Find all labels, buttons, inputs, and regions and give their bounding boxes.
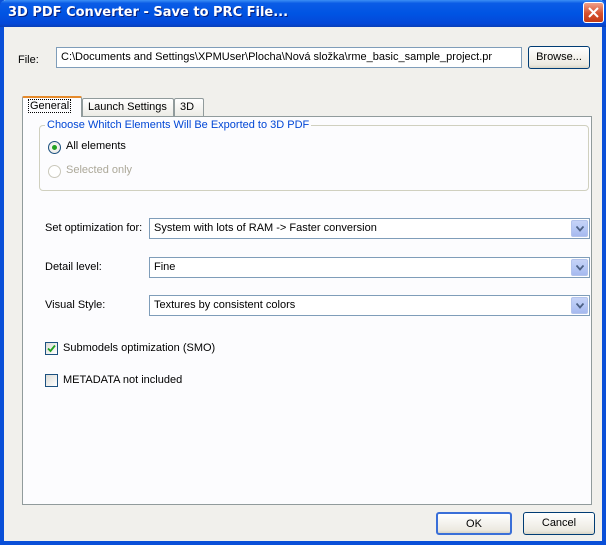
detail-level-select[interactable]: Fine <box>149 257 590 278</box>
dropdown-button[interactable] <box>571 259 588 276</box>
visual-style-select[interactable]: Textures by consistent colors <box>149 295 590 316</box>
file-label: File: <box>18 54 39 66</box>
chevron-down-icon <box>576 265 584 271</box>
tab-label: 3D <box>180 101 195 113</box>
tab-label: Launch Settings <box>88 101 167 113</box>
checkmark-icon <box>47 344 56 353</box>
tab-general[interactable]: General <box>22 96 82 117</box>
detail-level-label: Detail level: <box>45 261 102 273</box>
file-path-input[interactable]: C:\Documents and Settings\XPMUser\Plocha… <box>56 47 522 68</box>
tab-label: General <box>28 99 72 113</box>
chevron-down-icon <box>576 303 584 309</box>
chevron-down-icon <box>576 226 584 232</box>
close-button[interactable] <box>583 2 604 23</box>
tab-3d[interactable]: 3D <box>174 98 204 116</box>
selected-only-radio <box>48 165 61 178</box>
optimization-label: Set optimization for: <box>45 222 143 234</box>
dialog-content: File: C:\Documents and Settings\XPMUser\… <box>4 27 602 541</box>
general-tab-panel: Choose Whitch Elements Will Be Exported … <box>22 116 592 505</box>
title-bar[interactable]: 3D PDF Converter - Save to PRC File... <box>0 0 606 27</box>
metadata-label: METADATA not included <box>63 374 183 386</box>
cancel-button[interactable]: Cancel <box>523 512 595 535</box>
dropdown-button[interactable] <box>571 220 588 237</box>
visual-style-value: Textures by consistent colors <box>154 299 296 311</box>
radio-selected-dot <box>52 145 57 150</box>
detail-level-value: Fine <box>154 261 176 273</box>
group-title: Choose Whitch Elements Will Be Exported … <box>45 119 312 131</box>
all-elements-radio[interactable] <box>48 141 61 154</box>
tab-launch-settings[interactable]: Launch Settings <box>82 98 174 116</box>
browse-button[interactable]: Browse... <box>528 46 590 69</box>
all-elements-label: All elements <box>66 140 126 152</box>
smo-checkbox[interactable] <box>45 342 58 355</box>
close-icon <box>588 7 599 18</box>
selected-only-label: Selected only <box>66 164 133 176</box>
metadata-checkbox[interactable] <box>45 374 58 387</box>
optimization-select[interactable]: System with lots of RAM -> Faster conver… <box>149 218 590 239</box>
export-elements-group: Choose Whitch Elements Will Be Exported … <box>39 119 589 191</box>
dialog-window: 3D PDF Converter - Save to PRC File... F… <box>0 0 606 545</box>
smo-label: Submodels optimization (SMO) <box>63 342 216 354</box>
window-title: 3D PDF Converter - Save to PRC File... <box>8 5 289 20</box>
visual-style-label: Visual Style: <box>45 299 106 311</box>
ok-button[interactable]: OK <box>436 512 512 535</box>
optimization-value: System with lots of RAM -> Faster conver… <box>154 222 377 234</box>
dropdown-button[interactable] <box>571 297 588 314</box>
